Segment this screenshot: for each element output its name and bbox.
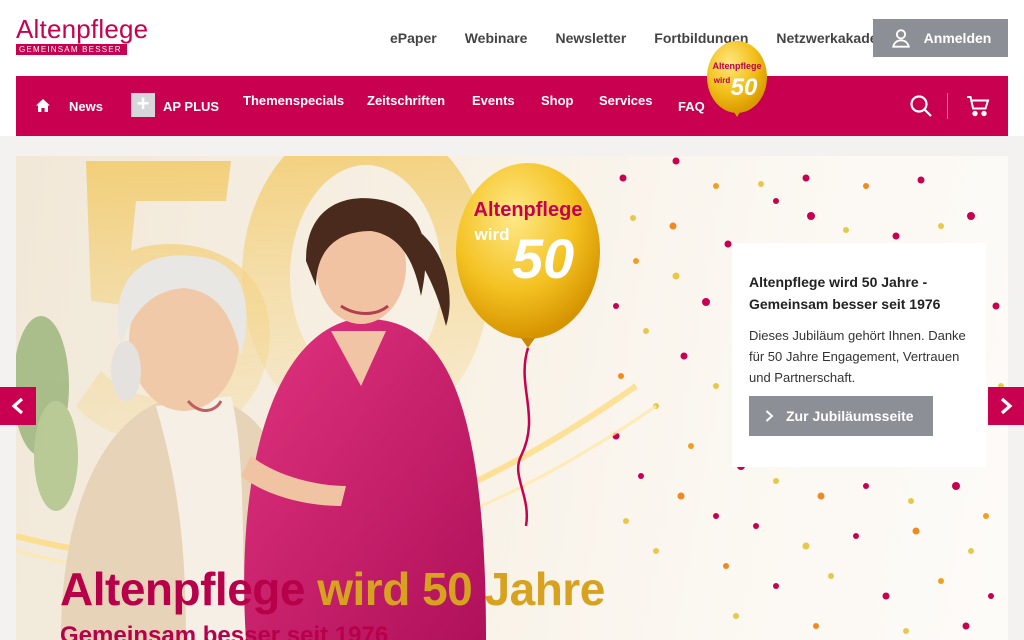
nav-item-shop[interactable]: Shop [541, 93, 574, 108]
slider-next-button[interactable] [988, 387, 1024, 425]
chevron-left-icon [11, 397, 24, 415]
top-link-epaper[interactable]: ePaper [390, 30, 437, 46]
cart-icon[interactable] [966, 94, 990, 118]
login-button[interactable]: Anmelden [873, 19, 1008, 57]
login-label: Anmelden [923, 30, 992, 46]
badge-line2: wird [713, 76, 731, 85]
top-link-webinare[interactable]: Webinare [465, 30, 528, 46]
top-link-newsletter[interactable]: Newsletter [555, 30, 626, 46]
teaser-card: Altenpflege wird 50 Jahre - Gemeinsam be… [732, 243, 986, 467]
nav-item-faq[interactable]: FAQ [678, 99, 705, 114]
site-logo[interactable]: Altenpflege GEMEINSAM BESSER [16, 14, 161, 55]
home-icon [36, 99, 50, 112]
jubilee-page-button-label: Zur Jubiläumsseite [786, 408, 914, 424]
nav-item-ap-plus[interactable]: AP PLUS [163, 99, 219, 114]
badge-line1: Altenpflege [712, 61, 761, 71]
hero-balloon-number: 50 [512, 227, 574, 290]
plus-icon: + [131, 93, 155, 117]
logo-title: Altenpflege [16, 14, 149, 44]
badge-number: 50 [731, 74, 758, 101]
main-nav: News + AP PLUS Themenspecials Zeitschrif… [16, 76, 1008, 136]
top-links: ePaper Webinare Newsletter Fortbildungen… [390, 30, 930, 46]
nav-item-themenspecials[interactable]: Themenspecials [243, 93, 344, 108]
nav-item-events[interactable]: Events [472, 93, 515, 108]
nav-divider [947, 93, 948, 119]
hero-headline-part2: wird 50 Jahre [317, 563, 605, 615]
hero-balloon-line1: Altenpflege [474, 199, 583, 221]
nav-item-zeitschriften[interactable]: Zeitschriften [367, 93, 445, 108]
jubilee-badge[interactable]: Altenpflege wird 50 [707, 41, 767, 121]
site-header: Altenpflege GEMEINSAM BESSER ePaper Webi… [0, 0, 1024, 76]
user-icon [891, 29, 910, 48]
nav-item-services[interactable]: Services [599, 93, 653, 108]
slider-prev-button[interactable] [0, 387, 36, 425]
hero-balloon-line2: wird [474, 225, 510, 244]
card-title: Altenpflege wird 50 Jahre - Gemeinsam be… [749, 274, 941, 312]
logo-subtitle: GEMEINSAM BESSER [16, 44, 127, 55]
hero-headline-part1: Altenpflege [60, 563, 305, 615]
hero-headline: Altenpflege wird 50 Jahre [60, 562, 605, 616]
jubilee-page-button[interactable]: Zur Jubiläumsseite [749, 396, 933, 436]
card-text: Dieses Jubiläum gehört Ihnen. Danke für … [749, 328, 966, 385]
hero-subheadline: Gemeinsam besser seit 1976 [60, 622, 389, 640]
chevron-right-icon [1000, 397, 1013, 415]
nav-item-news[interactable]: News [69, 99, 103, 114]
chevron-right-icon [765, 410, 774, 422]
search-icon[interactable] [909, 94, 933, 118]
